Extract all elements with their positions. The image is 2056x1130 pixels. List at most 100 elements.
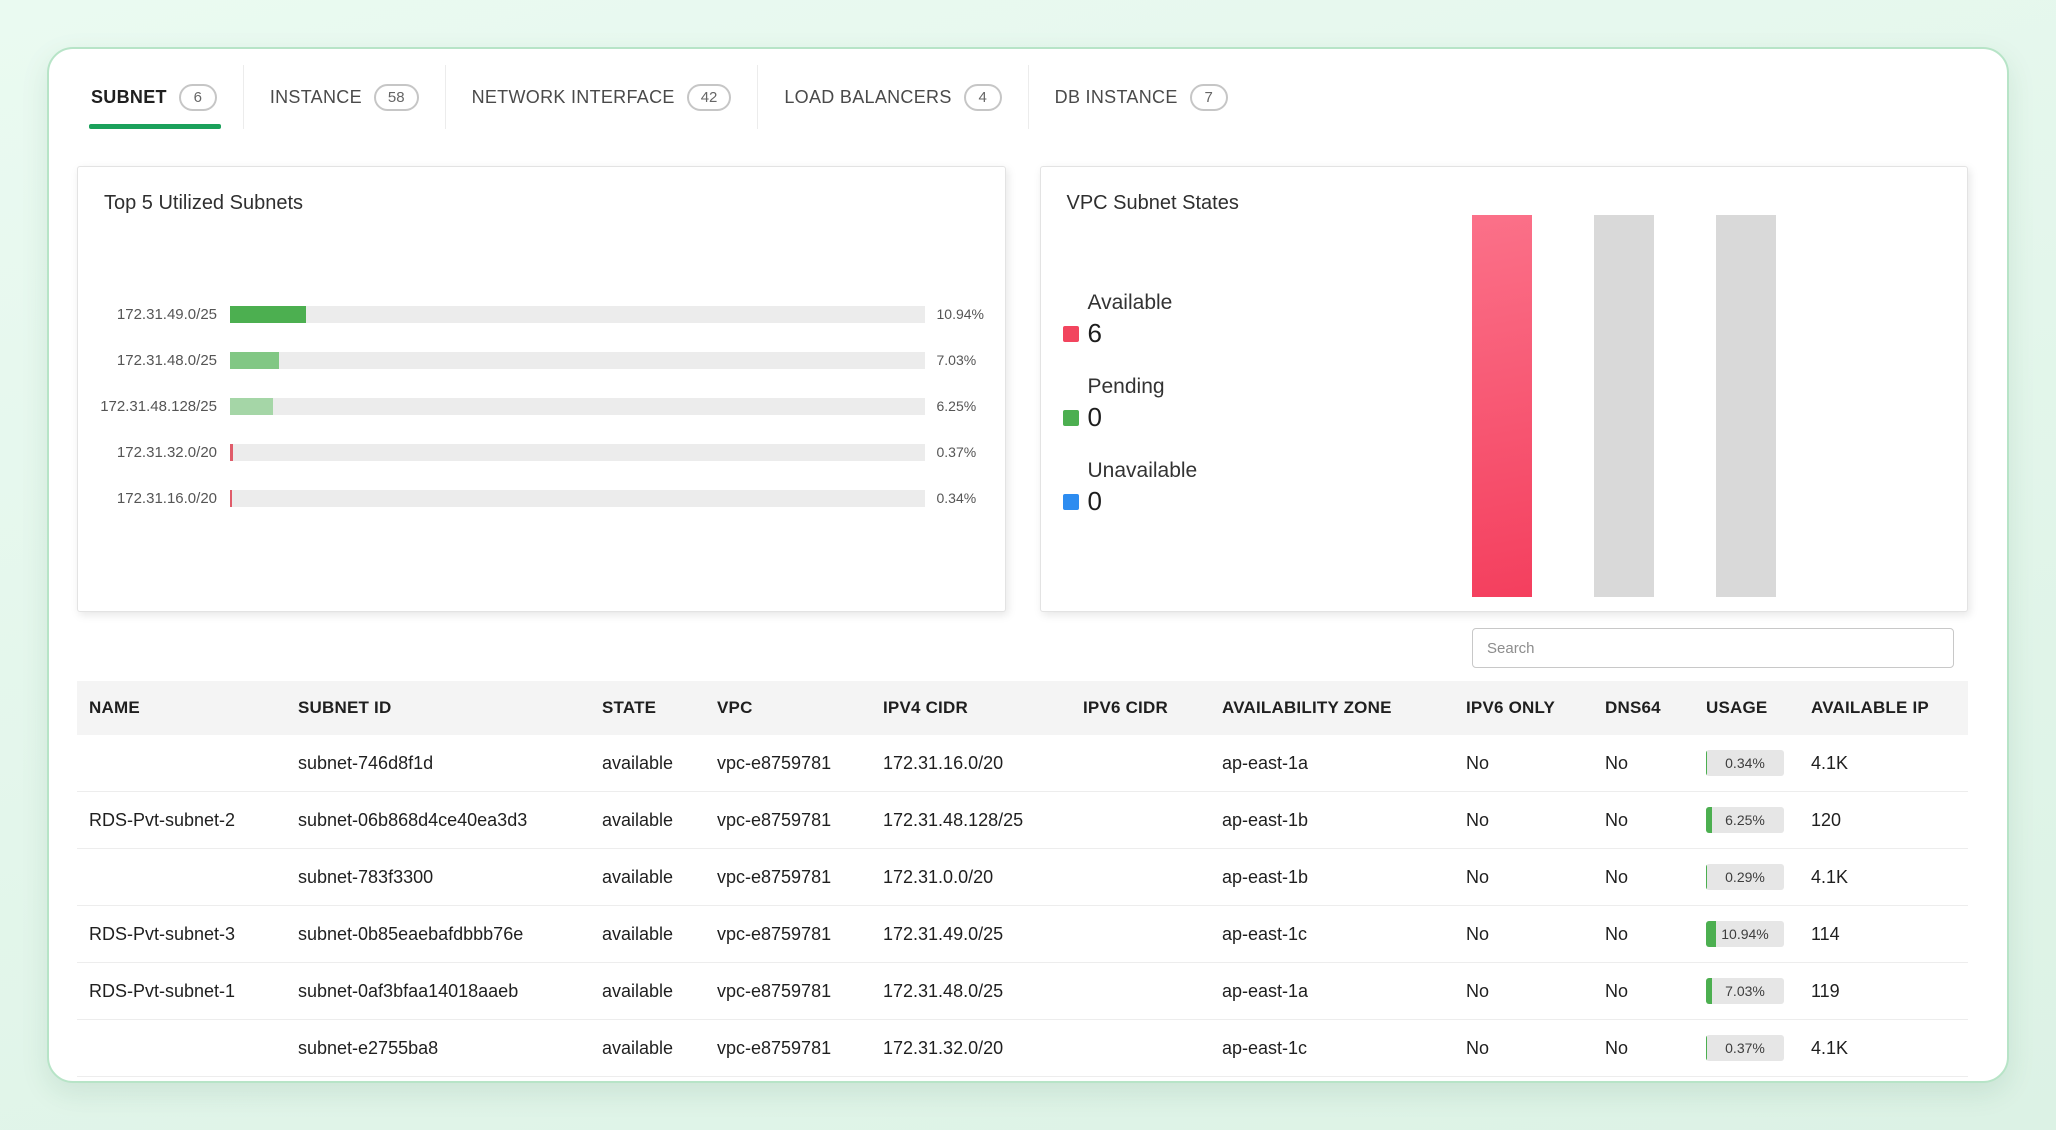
bar-fill [230, 444, 233, 461]
column-header-usage: USAGE [1696, 681, 1801, 735]
cell-dns64: No [1595, 792, 1696, 849]
subnet-cidr-label: 172.31.48.128/25 [78, 398, 230, 415]
cell-ipv6_cidr [1073, 906, 1212, 963]
cell-available_ip: 119 [1801, 963, 1968, 1020]
column-header-ipv6-cidr: IPV6 CIDR [1073, 681, 1212, 735]
cell-ipv6_cidr [1073, 1020, 1212, 1077]
usage-mini-bar [1706, 864, 1707, 890]
cell-ipv6_cidr [1073, 792, 1212, 849]
cell-ipv4_cidr: 172.31.49.0/25 [873, 906, 1073, 963]
legend-item-unavailable: Unavailable0 [1063, 459, 1281, 517]
legend-value: 0 [1088, 402, 1102, 433]
cell-ipv6_only: No [1456, 1020, 1595, 1077]
usage-value: 0.29% [1725, 869, 1765, 885]
usage-mini-bar [1706, 921, 1716, 947]
tab-bar: SUBNET6INSTANCE58 NETWORK INTERFACE 42 LOAD… [49, 49, 2007, 129]
cell-state: available [592, 906, 707, 963]
cell-name: RDS-Pvt-subnet-3 [77, 906, 288, 963]
subnet-table: NAMESUBNET IDSTATEVPCIPV4 CIDRIPV6 CIDRA… [77, 681, 1968, 1077]
table-row[interactable]: RDS-Pvt-subnet-2subnet-06b868d4ce40ea3d3… [77, 792, 1968, 849]
cell-subnet_id: subnet-06b868d4ce40ea3d3 [288, 792, 592, 849]
usage-value: 0.37% [1725, 1040, 1765, 1056]
cell-name: RDS-Pvt-subnet-1 [77, 963, 288, 1020]
cell-ipv4_cidr: 172.31.48.128/25 [873, 792, 1073, 849]
usage-badge: 0.37% [1706, 1035, 1784, 1061]
top-subnets-bar-chart: 172.31.49.0/2510.94%172.31.48.0/257.03%1… [78, 291, 1005, 521]
legend-label: Unavailable [1088, 459, 1281, 483]
table-header: NAMESUBNET IDSTATEVPCIPV4 CIDRIPV6 CIDRA… [77, 681, 1968, 735]
cell-dns64: No [1595, 735, 1696, 792]
bar-value-label: 6.25% [925, 398, 999, 414]
table-row[interactable]: subnet-783f3300availablevpc-e8759781172.… [77, 849, 1968, 906]
cell-ipv6_only: No [1456, 906, 1595, 963]
legend-label: Pending [1088, 375, 1281, 399]
cell-vpc: vpc-e8759781 [707, 735, 873, 792]
tab-load-balancers[interactable]: LOAD BALANCERS4 [758, 65, 1028, 129]
cell-ipv6_only: No [1456, 792, 1595, 849]
cell-subnet_id: subnet-783f3300 [288, 849, 592, 906]
usage-value: 0.34% [1725, 755, 1765, 771]
bar-track [230, 352, 925, 369]
cell-ipv4_cidr: 172.31.16.0/20 [873, 735, 1073, 792]
usage-badge: 0.34% [1706, 750, 1784, 776]
bar-fill [230, 306, 306, 323]
cell-availability_zone: ap-east-1b [1212, 792, 1456, 849]
usage-mini-bar [1706, 1035, 1707, 1061]
cell-dns64: No [1595, 849, 1696, 906]
cell-availability_zone: ap-east-1b [1212, 849, 1456, 906]
table-row[interactable]: RDS-Pvt-subnet-1subnet-0af3bfaa14018aaeb… [77, 963, 1968, 1020]
vpc-states-chart: Available6Pending0Unavailable0 [1041, 215, 1968, 611]
table-row[interactable]: RDS-Pvt-subnet-3subnet-0b85eaebafdbbb76e… [77, 906, 1968, 963]
usage-value: 10.94% [1721, 926, 1768, 942]
cell-vpc: vpc-e8759781 [707, 906, 873, 963]
search-row [49, 628, 1954, 668]
utilized-subnet-row: 172.31.48.128/25 6.25% [78, 383, 999, 429]
cell-ipv4_cidr: 172.31.0.0/20 [873, 849, 1073, 906]
cell-name [77, 849, 288, 906]
tab-count-badge: 42 [687, 84, 732, 111]
cell-name [77, 1020, 288, 1077]
cell-vpc: vpc-e8759781 [707, 963, 873, 1020]
tab-label: NETWORK INTERFACE [472, 87, 675, 108]
bar-value-label: 10.94% [925, 306, 999, 322]
cell-available_ip: 114 [1801, 906, 1968, 963]
cell-availability_zone: ap-east-1a [1212, 963, 1456, 1020]
cell-vpc: vpc-e8759781 [707, 1020, 873, 1077]
usage-badge: 6.25% [1706, 807, 1784, 833]
cell-dns64: No [1595, 906, 1696, 963]
tab-instance[interactable]: INSTANCE58 [244, 65, 446, 129]
search-input[interactable] [1472, 628, 1954, 668]
cell-ipv6_only: No [1456, 849, 1595, 906]
subnet-cidr-label: 172.31.49.0/25 [78, 306, 230, 323]
tab-count-badge: 4 [964, 84, 1002, 111]
column-header-vpc: VPC [707, 681, 873, 735]
column-header-available-ip: AVAILABLE IP [1801, 681, 1968, 735]
cell-subnet_id: subnet-746d8f1d [288, 735, 592, 792]
state-bar-available [1472, 215, 1532, 597]
cell-ipv4_cidr: 172.31.48.0/25 [873, 963, 1073, 1020]
tab-db-instance[interactable]: DB INSTANCE7 [1029, 65, 1254, 129]
legend-item-pending: Pending 0 [1063, 375, 1281, 433]
table-row[interactable]: subnet-746d8f1davailablevpc-e8759781172.… [77, 735, 1968, 792]
cell-vpc: vpc-e8759781 [707, 792, 873, 849]
subnet-cidr-label: 172.31.32.0/20 [78, 444, 230, 461]
cell-usage: 0.34% [1696, 735, 1801, 792]
cell-availability_zone: ap-east-1c [1212, 1020, 1456, 1077]
tab-network-interface[interactable]: NETWORK INTERFACE 42 [446, 65, 759, 129]
cell-name: RDS-Pvt-subnet-2 [77, 792, 288, 849]
legend-swatch [1063, 410, 1079, 426]
column-header-availability-zone: AVAILABILITY ZONE [1212, 681, 1456, 735]
bar-fill [230, 352, 279, 369]
cell-usage: 10.94% [1696, 906, 1801, 963]
cell-vpc: vpc-e8759781 [707, 849, 873, 906]
cell-availability_zone: ap-east-1a [1212, 735, 1456, 792]
state-bar-unavailable [1716, 215, 1776, 597]
tab-count-badge: 6 [179, 84, 217, 111]
usage-badge: 7.03% [1706, 978, 1784, 1004]
column-header-ipv6-only: IPV6 ONLY [1456, 681, 1595, 735]
cell-state: available [592, 792, 707, 849]
utilized-subnet-row: 172.31.16.0/200.34% [78, 475, 999, 521]
column-header-name: NAME [77, 681, 288, 735]
tab-subnet[interactable]: SUBNET6 [89, 65, 244, 129]
table-row[interactable]: subnet-e2755ba8availablevpc-e8759781172.… [77, 1020, 1968, 1077]
